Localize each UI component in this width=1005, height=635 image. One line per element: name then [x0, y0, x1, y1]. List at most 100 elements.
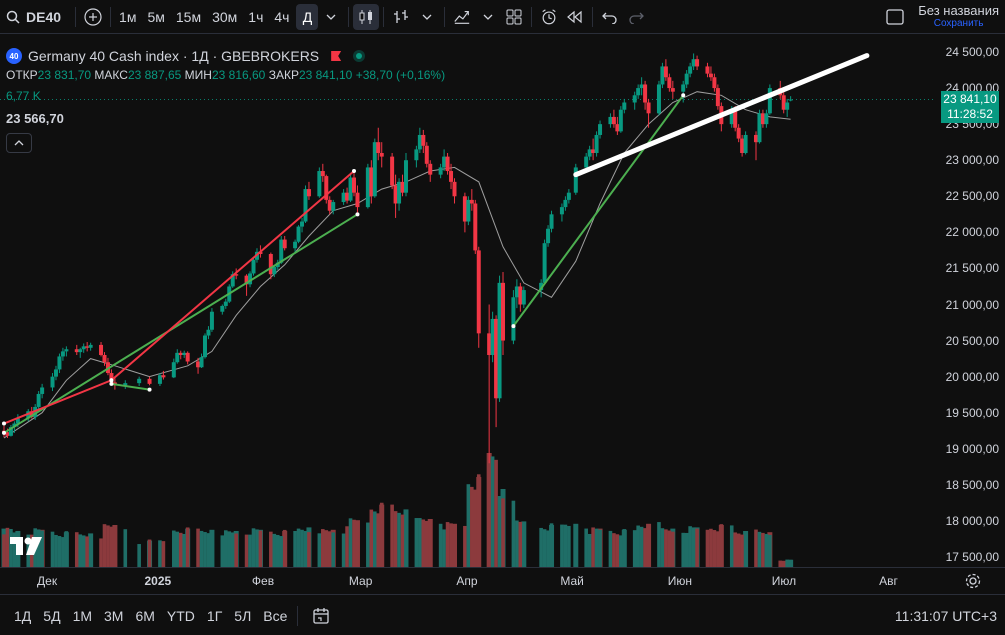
- time-axis-label: 2025: [144, 574, 172, 588]
- candle-body: [185, 352, 190, 362]
- indicators-icon: [454, 10, 470, 24]
- candle-body: [646, 102, 651, 114]
- volume-bar: [643, 528, 647, 567]
- fullscreen-button[interactable]: [882, 4, 908, 30]
- undo-button[interactable]: [597, 4, 623, 30]
- interval-3[interactable]: 30м: [208, 4, 241, 30]
- chart-type-dropdown-button[interactable]: [414, 4, 440, 30]
- candle-body: [60, 351, 65, 357]
- save-layout-link[interactable]: Сохранить: [934, 17, 984, 30]
- candle-body: [611, 116, 616, 125]
- interval-0[interactable]: 1м: [115, 4, 140, 30]
- candle-body: [705, 66, 710, 74]
- indicators-button[interactable]: [388, 4, 414, 30]
- candle-body: [272, 266, 277, 275]
- range-8[interactable]: Все: [257, 608, 293, 624]
- candle-body: [514, 286, 519, 298]
- range-4[interactable]: 6М: [129, 608, 160, 624]
- candle-body: [559, 207, 564, 215]
- volume-bar: [709, 528, 713, 567]
- volume-bar: [487, 453, 491, 567]
- range-7[interactable]: 5Л: [228, 608, 257, 624]
- interval-6[interactable]: Д: [296, 3, 319, 30]
- volume-bar: [345, 526, 349, 567]
- volume-bar: [518, 521, 523, 567]
- price-axis-label: 19 000,00: [945, 441, 999, 456]
- time-axis[interactable]: Дек 2025 Фев Мар Апр Май Июн Июл Авг: [0, 567, 1005, 595]
- interval-5[interactable]: 4ч: [270, 4, 293, 30]
- candle-body: [667, 77, 672, 89]
- range-0[interactable]: 1Д: [8, 608, 37, 624]
- go-to-date-button[interactable]: [308, 603, 334, 629]
- layout-grid-button[interactable]: [501, 4, 527, 30]
- collapse-legend-button[interactable]: [6, 133, 32, 153]
- grid-icon: [506, 9, 522, 24]
- replay-button[interactable]: [562, 4, 588, 30]
- volume-bar: [560, 524, 564, 567]
- volume-bar: [539, 527, 543, 567]
- interval-4[interactable]: 1ч: [244, 4, 267, 30]
- range-5[interactable]: YTD: [161, 608, 201, 624]
- tradingview-logo[interactable]: [10, 537, 42, 558]
- volume-bar: [719, 524, 724, 567]
- candle-body: [643, 84, 648, 103]
- flag-icon[interactable]: [331, 51, 342, 61]
- chevron-up-icon: [14, 140, 24, 146]
- candle-body: [681, 84, 686, 92]
- indicators-menu-button[interactable]: [449, 4, 475, 30]
- candle-body: [57, 356, 62, 370]
- legend-title[interactable]: Germany 40 Cash index · 1Д · GBEBROKERS: [28, 48, 319, 64]
- candles-chart-type-button[interactable]: [353, 3, 380, 30]
- volume-bar: [501, 498, 505, 567]
- layout-name[interactable]: Без названия Сохранить: [918, 4, 999, 30]
- candle-body: [393, 185, 398, 204]
- volume-bar: [61, 537, 65, 567]
- volume-bar: [147, 539, 152, 567]
- timezone-clock[interactable]: 11:31:07 UTC+3: [895, 608, 997, 624]
- interval-dropdown-button[interactable]: [318, 4, 344, 30]
- separator: [110, 6, 112, 27]
- bottom-toolbar: 1Д 5Д 1М 3М 6М YTD 1Г 5Л Все 11:31:07 UTC+3: [0, 596, 1005, 635]
- candle-body: [712, 77, 717, 89]
- chart-pane[interactable]: 40 Germany 40 Cash index · 1Д · GBEBROKE…: [0, 35, 1005, 567]
- candle-body: [764, 113, 769, 125]
- high-label: МАКС: [94, 68, 128, 82]
- interval-2[interactable]: 15м: [172, 4, 205, 30]
- legend: 40 Germany 40 Cash index · 1Д · GBEBROKE…: [6, 47, 445, 153]
- volume-bar: [2, 534, 6, 567]
- candle-body: [511, 297, 516, 341]
- scale-settings-button[interactable]: [965, 573, 981, 592]
- range-6[interactable]: 1Г: [201, 608, 228, 624]
- volume-bar: [327, 531, 332, 567]
- symbol-name: DE40: [26, 8, 62, 25]
- redo-button[interactable]: [623, 4, 649, 30]
- compare-symbol-button[interactable]: [80, 4, 106, 30]
- candle-body: [88, 344, 93, 348]
- volume-bar: [418, 518, 422, 567]
- open-value: 23 831,70: [37, 68, 92, 82]
- volume-bar: [688, 526, 692, 567]
- indicators-dropdown-button[interactable]: [475, 4, 501, 30]
- candle-body: [615, 124, 620, 132]
- range-1[interactable]: 5Д: [37, 608, 66, 624]
- volume-bar: [754, 529, 758, 567]
- candle-body: [688, 66, 693, 74]
- trend-line-anchor: [2, 430, 6, 435]
- volume-bar: [366, 522, 370, 567]
- candle-body: [542, 243, 547, 283]
- range-3[interactable]: 3М: [98, 608, 129, 624]
- candle-body: [473, 203, 478, 251]
- candle-body: [618, 109, 623, 132]
- bar-countdown: 11:28:52: [947, 107, 993, 121]
- symbol-search[interactable]: DE40: [0, 0, 71, 34]
- range-2[interactable]: 1М: [67, 608, 98, 624]
- candle-body: [74, 349, 79, 353]
- candle-body: [736, 127, 741, 139]
- volume-bar: [50, 531, 55, 567]
- time-axis-label: Мар: [348, 574, 373, 588]
- candle-body: [608, 116, 613, 125]
- legend-title-row: 40 Germany 40 Cash index · 1Д · GBEBROKE…: [6, 47, 445, 65]
- alert-button[interactable]: [536, 4, 562, 30]
- interval-1[interactable]: 5м: [143, 4, 168, 30]
- volume-bar: [300, 529, 304, 567]
